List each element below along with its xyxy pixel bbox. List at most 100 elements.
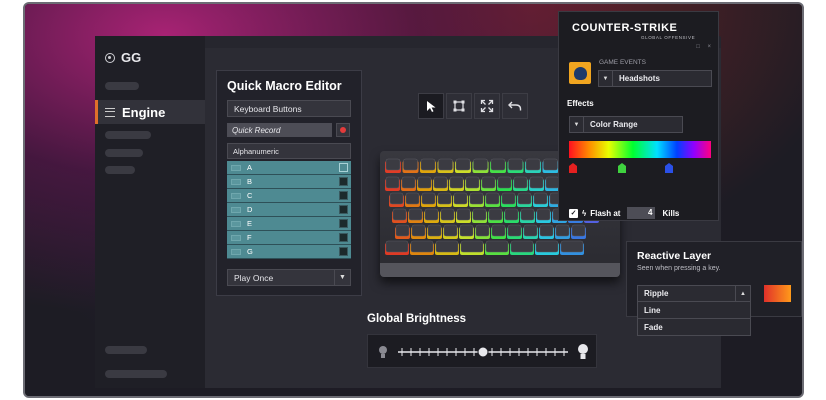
keyboard-key bbox=[392, 208, 407, 221]
keyboard-key bbox=[401, 176, 416, 189]
keyboard-key bbox=[504, 208, 519, 221]
keyboard-key bbox=[411, 224, 426, 237]
sidebar: GG Engine bbox=[95, 36, 205, 388]
undo-icon bbox=[508, 101, 522, 111]
keyboard-key bbox=[485, 240, 509, 253]
quick-macro-editor: Quick Macro Editor Keyboard Buttons Quic… bbox=[216, 70, 362, 296]
effect-dropdown[interactable]: ▼ Color Range bbox=[569, 116, 683, 133]
key-list: ABCDEFG bbox=[227, 161, 351, 259]
keyboard-key bbox=[438, 158, 453, 171]
keyboard-key bbox=[405, 192, 420, 205]
sidebar-item-engine[interactable]: Engine bbox=[95, 100, 205, 124]
dropdown-option-fade[interactable]: Fade bbox=[637, 319, 751, 336]
gradient-stop-blue[interactable] bbox=[665, 163, 673, 173]
sidebar-placeholder bbox=[105, 82, 139, 90]
keyboard-key bbox=[403, 158, 418, 171]
keyboard-key bbox=[497, 176, 512, 189]
flash-checkbox[interactable]: ✓ bbox=[569, 208, 578, 218]
key-icon bbox=[231, 220, 241, 227]
keyboard-key bbox=[435, 240, 459, 253]
key-row[interactable]: A bbox=[227, 161, 351, 175]
key-checkbox[interactable] bbox=[339, 191, 348, 200]
reactive-effect-value: Ripple bbox=[644, 289, 669, 298]
key-icon bbox=[231, 248, 241, 255]
keyboard-key bbox=[529, 176, 544, 189]
brightness-title: Global Brightness bbox=[367, 313, 467, 325]
keyboard-key bbox=[421, 192, 436, 205]
playback-dropdown[interactable]: Play Once ▼ bbox=[227, 269, 351, 286]
gradient-stop-red[interactable] bbox=[569, 163, 577, 173]
chevron-down-icon: ▼ bbox=[599, 71, 613, 86]
keyboard-key bbox=[539, 224, 554, 237]
bulb-dim-base bbox=[381, 354, 385, 358]
reactive-layer-title: Reactive Layer bbox=[637, 250, 712, 262]
select-box-tool-button[interactable] bbox=[446, 93, 472, 119]
record-button[interactable] bbox=[336, 123, 350, 137]
sidebar-placeholder bbox=[105, 370, 167, 378]
sidebar-item-label: Engine bbox=[122, 104, 166, 120]
window-controls[interactable]: □ × bbox=[696, 44, 714, 50]
key-label: D bbox=[247, 205, 253, 214]
key-row[interactable]: G bbox=[227, 245, 351, 259]
flash-label: Flash at bbox=[590, 208, 621, 218]
reactive-color-swatch[interactable] bbox=[764, 285, 791, 302]
keyboard-key bbox=[385, 176, 400, 189]
key-row[interactable]: E bbox=[227, 217, 351, 231]
keyboard-key bbox=[555, 224, 570, 237]
key-checkbox[interactable] bbox=[339, 233, 348, 242]
chevron-down-icon: ▼ bbox=[570, 117, 584, 132]
keyboard-key bbox=[395, 224, 410, 237]
chevron-up-icon: ▲ bbox=[735, 286, 750, 301]
keyboard-key bbox=[427, 224, 442, 237]
keyboard-key bbox=[488, 208, 503, 221]
key-checkbox[interactable] bbox=[339, 247, 348, 256]
key-icon bbox=[231, 178, 241, 185]
game-event-dropdown[interactable]: ▼ Headshots bbox=[598, 70, 712, 87]
flash-setting: ✓ ϟ Flash at 4 Kills bbox=[569, 207, 679, 219]
slider-thumb[interactable] bbox=[477, 346, 489, 358]
keyboard-key bbox=[475, 224, 490, 237]
quick-record-field[interactable]: Quick Record bbox=[227, 123, 332, 137]
effect-value: Color Range bbox=[590, 120, 638, 129]
key-checkbox[interactable] bbox=[339, 177, 348, 186]
key-label: G bbox=[247, 247, 253, 256]
sidebar-placeholder bbox=[105, 149, 143, 157]
key-checkbox[interactable] bbox=[339, 219, 348, 228]
game-integration-panel: COUNTER-STRIKE GLOBAL OFFENSIVE □ × GAME… bbox=[558, 11, 719, 221]
key-row[interactable]: D bbox=[227, 203, 351, 217]
app-brand[interactable]: GG bbox=[105, 50, 141, 65]
canvas-toolbar bbox=[418, 93, 528, 119]
keyboard-key bbox=[535, 240, 559, 253]
undo-button[interactable] bbox=[502, 93, 528, 119]
bulb-dim-icon bbox=[379, 346, 387, 354]
bulb-bright-icon bbox=[578, 344, 588, 354]
expand-tool-button[interactable] bbox=[474, 93, 500, 119]
pointer-icon bbox=[427, 100, 436, 112]
game-logo-subtitle: GLOBAL OFFENSIVE bbox=[641, 35, 696, 40]
key-row[interactable]: C bbox=[227, 189, 351, 203]
color-range-gradient[interactable] bbox=[569, 141, 711, 158]
key-row[interactable]: F bbox=[227, 231, 351, 245]
keyboard-key bbox=[469, 192, 484, 205]
macro-editor-title: Quick Macro Editor bbox=[227, 79, 342, 93]
key-icon bbox=[231, 192, 241, 199]
keyboard-key bbox=[385, 240, 409, 253]
pointer-tool-button[interactable] bbox=[418, 93, 444, 119]
keyboard-buttons-button[interactable]: Keyboard Buttons bbox=[227, 100, 351, 117]
keyboard-key bbox=[520, 208, 535, 221]
gradient-stop-green[interactable] bbox=[618, 163, 626, 173]
flash-count-input[interactable]: 4 bbox=[627, 207, 656, 219]
effects-label: Effects bbox=[567, 99, 594, 108]
alphanumeric-category[interactable]: Alphanumeric bbox=[227, 143, 351, 159]
select-box-icon bbox=[453, 100, 465, 112]
keyboard-key bbox=[443, 224, 458, 237]
keyboard-base bbox=[380, 263, 620, 277]
keyboard-key bbox=[571, 224, 586, 237]
brightness-slider[interactable] bbox=[368, 335, 598, 369]
lightning-icon: ϟ bbox=[582, 208, 587, 218]
key-row[interactable]: B bbox=[227, 175, 351, 189]
reactive-effect-dropdown[interactable]: Ripple ▲ bbox=[637, 285, 751, 302]
key-checkbox[interactable] bbox=[339, 163, 348, 172]
key-checkbox[interactable] bbox=[339, 205, 348, 214]
dropdown-option-line[interactable]: Line bbox=[637, 302, 751, 319]
